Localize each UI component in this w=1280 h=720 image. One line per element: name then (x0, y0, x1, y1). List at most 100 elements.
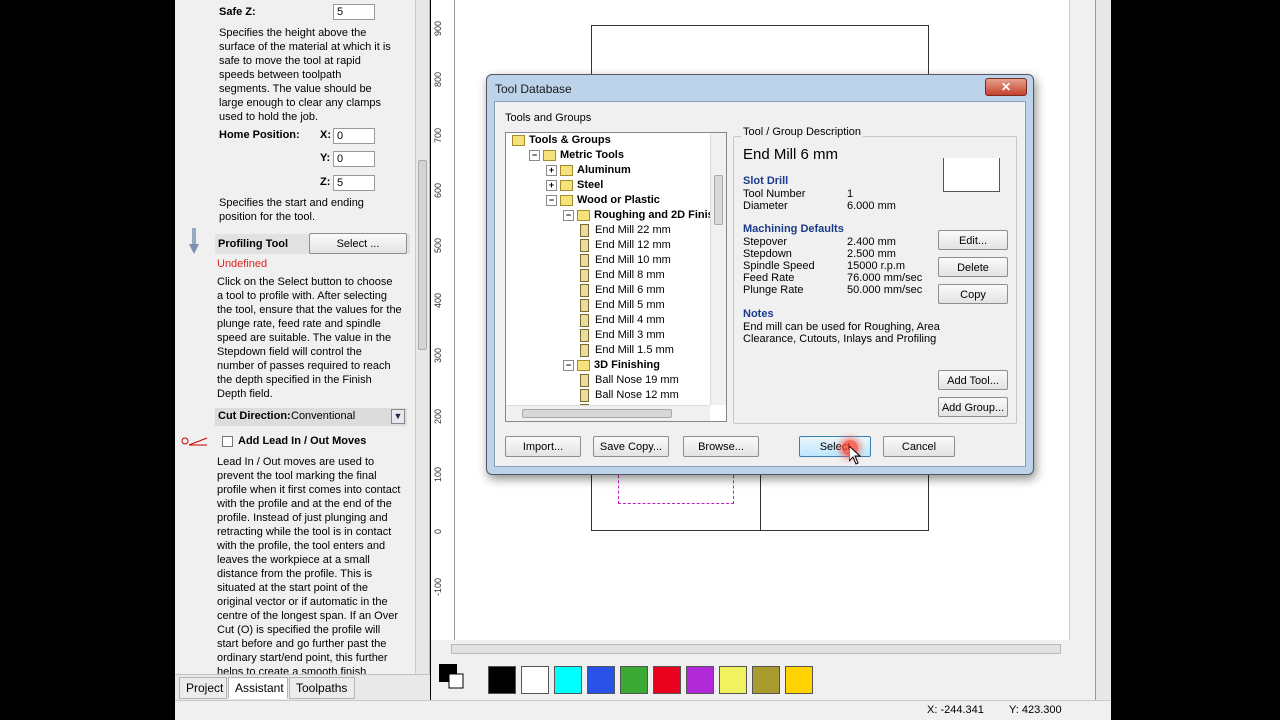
tree-vertical-scrollbar[interactable] (710, 133, 726, 405)
tree-item[interactable]: End Mill 8 mm (580, 268, 665, 283)
tree-item[interactable]: − 3D Finishing (563, 358, 660, 373)
tree-item[interactable]: Tools & Groups (512, 133, 611, 148)
color-swatch[interactable] (620, 666, 648, 694)
cut-direction-value[interactable]: Conventional (291, 410, 355, 422)
canvas-horizontal-scrollbar[interactable] (431, 640, 1081, 660)
copy-button[interactable]: Copy (938, 284, 1008, 304)
tool-icon (580, 328, 589, 342)
tree-item[interactable]: − Metric Tools (529, 148, 624, 163)
tree-item[interactable]: + Aluminum (546, 163, 631, 178)
save-copy-button[interactable]: Save Copy... (593, 436, 669, 457)
select-tool-button[interactable]: Select ... (309, 233, 407, 254)
color-swatch[interactable] (719, 666, 747, 694)
text-line: ordinary start/end point, this further (217, 652, 388, 664)
canvas-vertical-scrollbar[interactable] (1069, 0, 1081, 640)
text-line: the depth specified in the Finish (217, 374, 372, 386)
stepdown-value: 2.500 mm (847, 248, 896, 260)
tree-item[interactable]: End Mill 12 mm (580, 238, 671, 253)
text-line: profile when it first comes into contact (217, 484, 401, 496)
color-swatch[interactable] (488, 666, 516, 694)
chevron-down-icon[interactable]: ▼ (391, 409, 405, 424)
tree-item[interactable]: End Mill 22 mm (580, 223, 671, 238)
tree-item-label: Ball Nose 12 mm (595, 389, 679, 401)
color-swatch[interactable] (587, 666, 615, 694)
tab-assistant[interactable]: Assistant (228, 677, 288, 699)
tree-item-label: End Mill 4 mm (595, 314, 665, 326)
folder-icon (560, 164, 573, 176)
tree-item[interactable]: − Roughing and 2D Finishi (563, 208, 724, 223)
delete-button[interactable]: Delete (938, 257, 1008, 277)
current-color-icon[interactable] (439, 664, 465, 690)
panel-tab-bar: Project Assistant Toolpaths (175, 674, 430, 700)
collapse-icon[interactable]: − (563, 359, 574, 371)
left-panel-scrollbar[interactable] (415, 0, 429, 674)
folder-icon (512, 134, 525, 146)
stepover-label: Stepover (743, 236, 788, 248)
tree-item[interactable]: Ball Nose 19 mm (580, 373, 679, 388)
scroll-track[interactable] (451, 644, 1061, 654)
import-button[interactable]: Import... (505, 436, 581, 457)
color-swatch[interactable] (686, 666, 714, 694)
add-tool-button[interactable]: Add Tool... (938, 370, 1008, 390)
home-z-input[interactable]: 5 (333, 175, 375, 191)
stepdown-label: Stepdown (743, 248, 792, 260)
plunge-rate-value: 50.000 mm/sec (847, 284, 923, 296)
feed-rate-label: Feed Rate (743, 272, 795, 284)
color-swatch[interactable] (653, 666, 681, 694)
tree-item[interactable]: Ball Nose 12 mm (580, 388, 679, 403)
tree-item[interactable]: End Mill 4 mm (580, 313, 665, 328)
tree-item-label: End Mill 1.5 mm (595, 344, 674, 356)
expand-icon[interactable]: + (546, 179, 557, 191)
tree-item-label: End Mill 5 mm (595, 299, 665, 311)
tab-toolpaths[interactable]: Toolpaths (289, 677, 355, 699)
collapse-icon[interactable]: − (563, 209, 574, 221)
selected-vector[interactable] (618, 470, 734, 504)
color-swatch[interactable] (521, 666, 549, 694)
tool-icon (580, 388, 589, 402)
mouse-cursor-icon (848, 444, 863, 466)
safe-z-description: Specifies the height above the surface o… (219, 26, 419, 124)
tool-icon (580, 253, 589, 267)
lead-moves-checkbox[interactable] (222, 436, 233, 447)
tree-item[interactable]: End Mill 5 mm (580, 298, 665, 313)
home-y-input[interactable]: 0 (333, 151, 375, 167)
text-line: profile. Instead of just plunging and (217, 512, 388, 524)
text-line: Stepdown field will control the (217, 346, 362, 358)
tool-tree[interactable]: Tools & Groups − Metric Tools + Aluminum + Ste… (505, 132, 727, 422)
collapse-icon[interactable]: − (546, 194, 557, 206)
home-x-input[interactable]: 0 (333, 128, 375, 144)
tree-item[interactable]: − Wood or Plastic (546, 193, 660, 208)
ruler-tick: 900 (433, 20, 443, 36)
cancel-button[interactable]: Cancel (883, 436, 955, 457)
tab-project[interactable]: Project (179, 677, 227, 699)
diameter-value: 6.000 mm (847, 200, 896, 212)
collapse-icon[interactable]: − (529, 149, 540, 161)
down-arrow-icon (189, 228, 199, 254)
ruler-tick: 0 (433, 528, 443, 534)
tool-database-dialog: Tool Database ✕ Tools and Groups Tools &… (486, 74, 1034, 475)
tree-item[interactable]: End Mill 6 mm (580, 283, 665, 298)
folder-icon (577, 359, 590, 371)
tree-item[interactable]: End Mill 3 mm (580, 328, 665, 343)
browse-button[interactable]: Browse... (683, 436, 759, 457)
safe-z-input[interactable]: 5 (333, 4, 375, 20)
tree-item-label: Roughing and 2D Finishi (594, 209, 724, 221)
color-swatch[interactable] (752, 666, 780, 694)
close-icon[interactable]: ✕ (985, 78, 1027, 96)
color-swatch[interactable] (785, 666, 813, 694)
text-line: a tool to profile with. After selecting (217, 290, 387, 302)
text-line: situated at the start point of the (217, 582, 369, 594)
edit-button[interactable]: Edit... (938, 230, 1008, 250)
add-group-button[interactable]: Add Group... (938, 397, 1008, 417)
profiling-description: Click on the Select button to choose a t… (217, 275, 422, 401)
tool-profile-preview (943, 158, 1000, 192)
tool-icon (580, 313, 589, 327)
color-swatch[interactable] (554, 666, 582, 694)
tree-item[interactable]: + Steel (546, 178, 603, 193)
tree-horizontal-scrollbar[interactable] (506, 405, 710, 421)
expand-icon[interactable]: + (546, 164, 557, 176)
ruler-tick: 400 (433, 292, 443, 308)
tree-item-label: End Mill 3 mm (595, 329, 665, 341)
tree-item[interactable]: End Mill 1.5 mm (580, 343, 674, 358)
tree-item[interactable]: End Mill 10 mm (580, 253, 671, 268)
